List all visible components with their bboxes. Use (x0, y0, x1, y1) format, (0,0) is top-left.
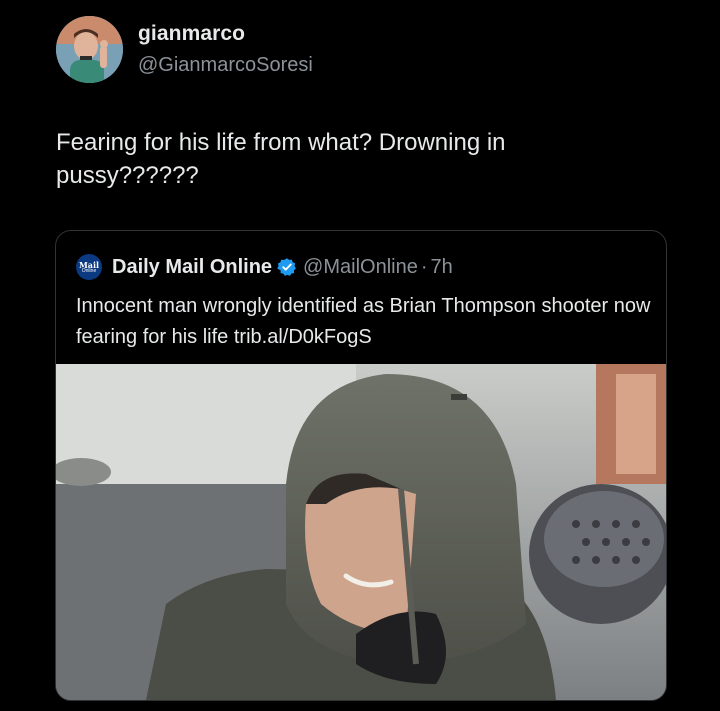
tweet-text: Fearing for his life from what? Drowning… (56, 129, 506, 189)
tweet: gianmarco @GianmarcoSoresi Fearing for h… (0, 0, 720, 711)
user-handle[interactable]: @GianmarcoSoresi (138, 54, 313, 77)
quoted-display-name[interactable]: Daily Mail Online (112, 256, 272, 279)
hooded-man-photo (56, 364, 666, 700)
logo-line2: Online (81, 267, 97, 274)
quoted-tweet-card[interactable]: Mail Online Daily Mail Online @MailOnlin… (55, 230, 667, 701)
separator-dot: · (420, 255, 428, 278)
quoted-tweet-image[interactable] (56, 364, 666, 700)
avatar[interactable] (56, 16, 123, 83)
avatar-photo (56, 16, 123, 83)
display-name[interactable]: gianmarco (138, 22, 245, 46)
quoted-timestamp[interactable]: 7h (431, 256, 453, 279)
mail-online-logo-icon[interactable]: Mail Online (76, 254, 102, 280)
quoted-tweet-header: Mail Online Daily Mail Online @MailOnlin… (76, 253, 453, 281)
quoted-tweet-text: Innocent man wrongly identified as Brian… (76, 295, 651, 348)
quoted-user-handle[interactable]: @MailOnline (303, 256, 418, 279)
verified-badge-icon (277, 258, 296, 276)
